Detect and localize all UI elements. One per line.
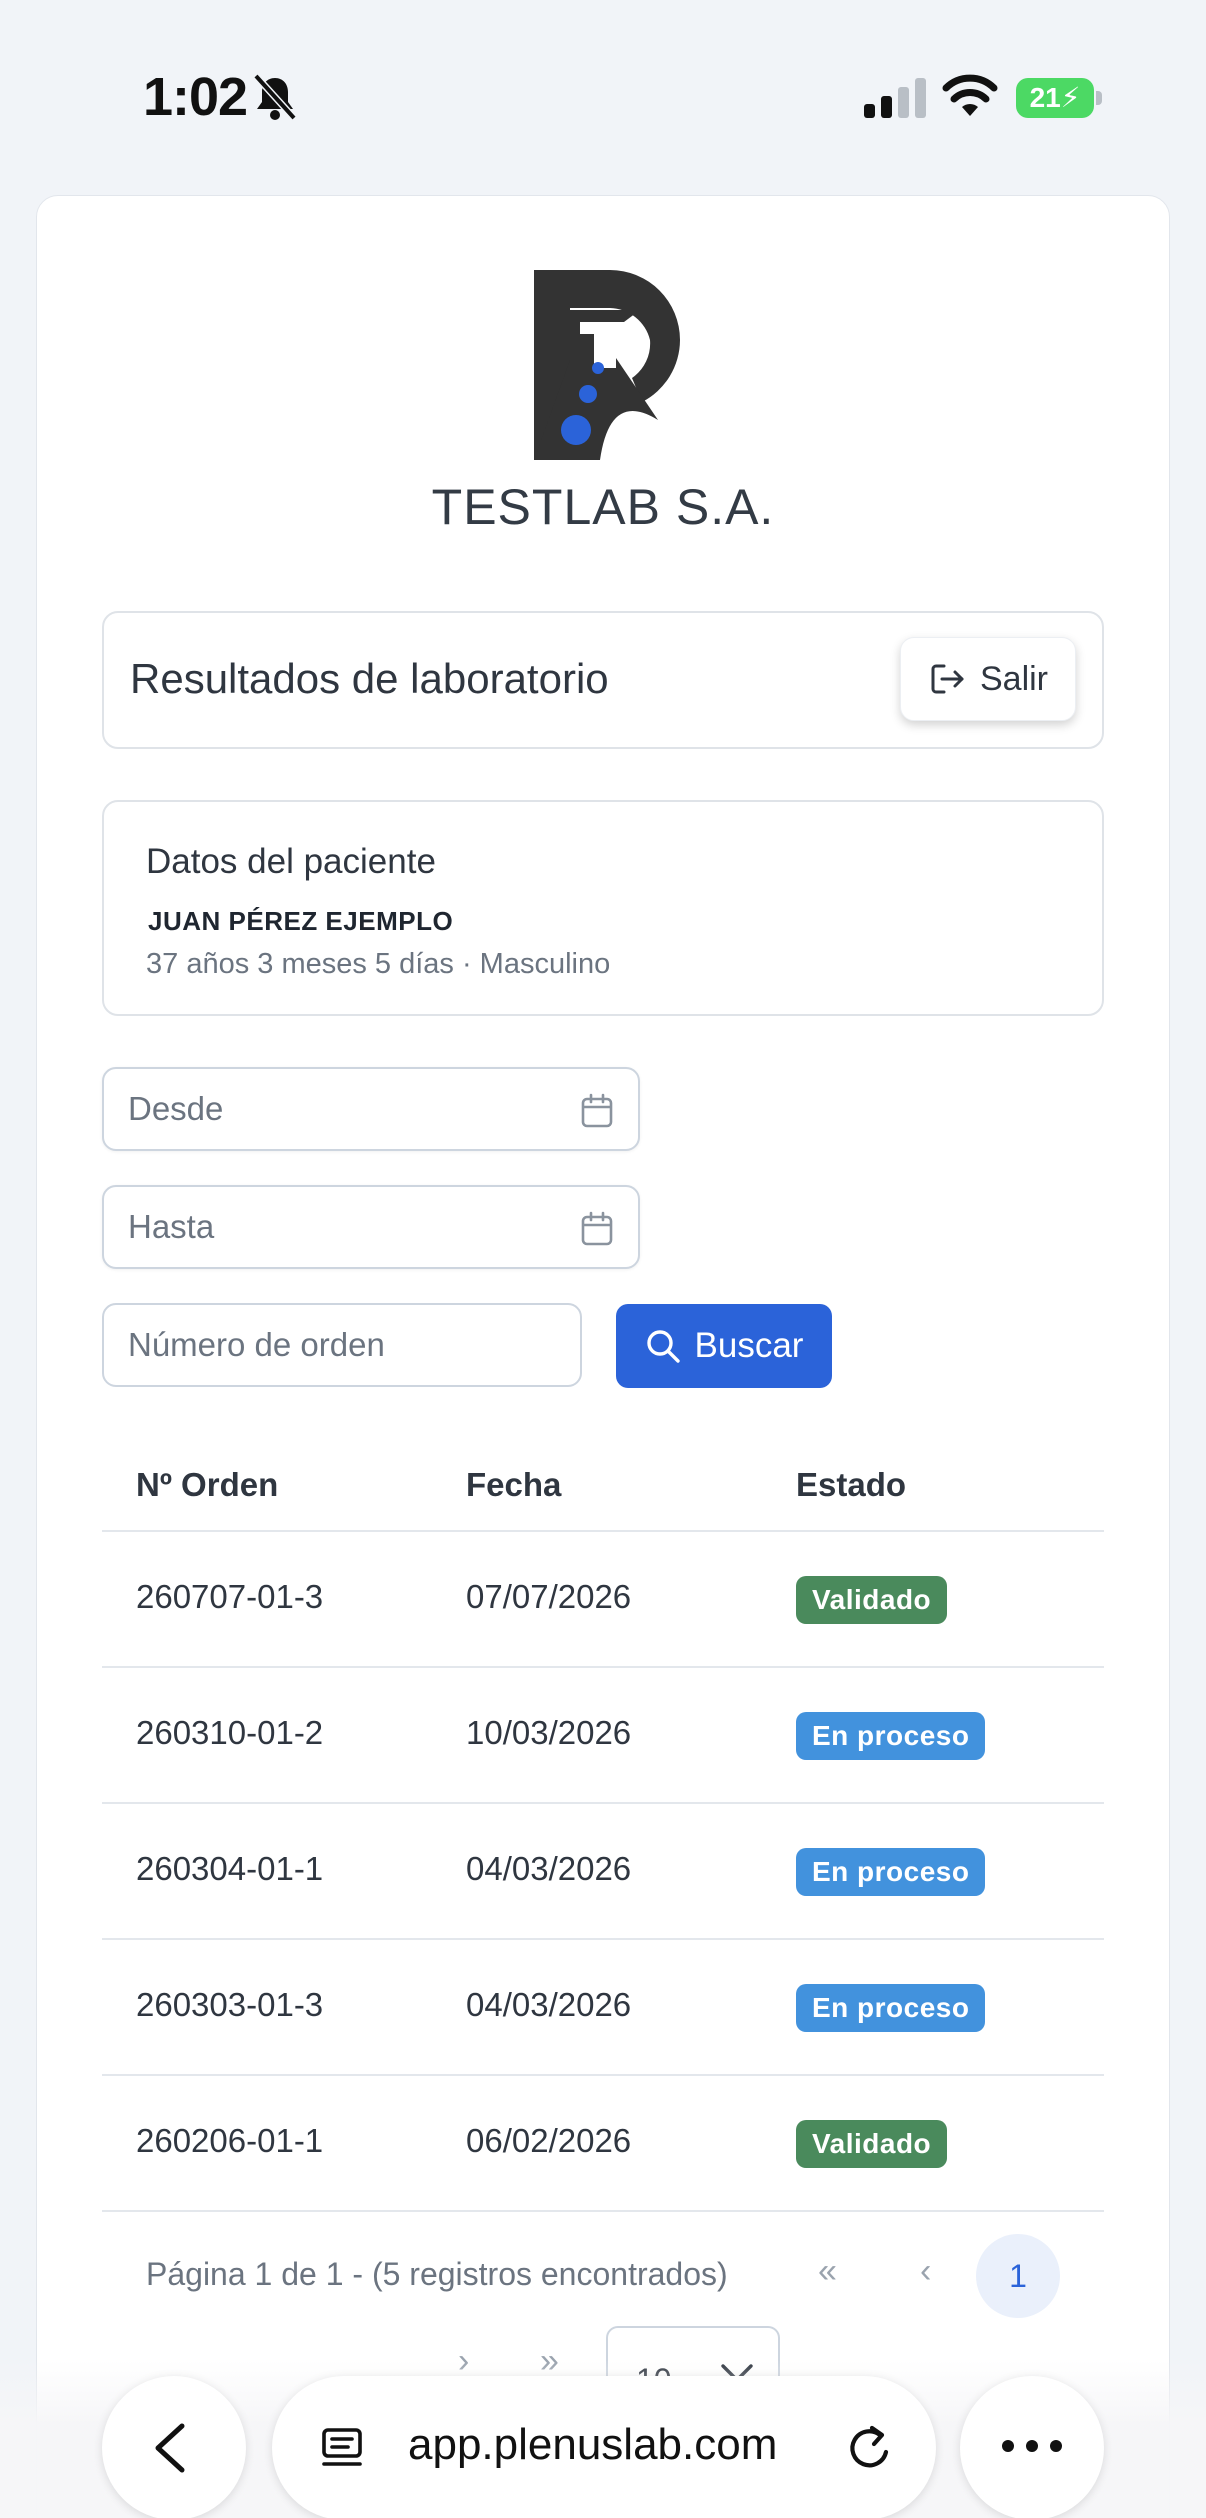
table-row[interactable]: 260707-01-3 07/07/2026 Validado (102, 1532, 1104, 1668)
reload-icon[interactable] (844, 2422, 896, 2474)
browser-back-button[interactable] (102, 2376, 246, 2518)
table-row[interactable]: 260310-01-2 10/03/2026 En proceso (102, 1668, 1104, 1804)
order-number[interactable]: 260707-01-3 (136, 1578, 323, 1616)
bell-muted-icon (253, 73, 297, 121)
table-row[interactable]: 260206-01-1 06/02/2026 Validado (102, 2076, 1104, 2212)
browser-url[interactable]: app.plenuslab.com (408, 2420, 777, 2470)
calendar-icon[interactable] (580, 1211, 614, 1247)
order-number-input[interactable] (104, 1305, 580, 1385)
status-badge: En proceso (796, 1712, 986, 1760)
order-date: 04/03/2026 (466, 1850, 632, 1887)
column-header-status[interactable]: Estado (796, 1466, 906, 1504)
logout-button[interactable]: Salir (900, 637, 1076, 721)
logout-label: Salir (979, 659, 1049, 698)
order-number[interactable]: 260304-01-1 (136, 1850, 323, 1888)
order-date: 10/03/2026 (466, 1714, 632, 1751)
order-date: 04/03/2026 (466, 1986, 632, 2023)
calendar-icon[interactable] (580, 1093, 614, 1129)
search-label: Buscar (694, 1326, 804, 1365)
browser-more-button[interactable] (960, 2376, 1104, 2518)
order-number[interactable]: 260303-01-3 (136, 1986, 323, 2024)
search-button[interactable]: Buscar (616, 1304, 832, 1388)
first-page-button[interactable]: « (818, 2252, 837, 2291)
current-page-button[interactable]: 1 (976, 2234, 1060, 2318)
column-header-order[interactable]: Nº Orden (136, 1466, 278, 1504)
logout-icon (931, 664, 964, 694)
table-header: Nº Orden Fecha Estado (102, 1440, 1104, 1532)
browser-address-bar[interactable]: app.plenuslab.com (272, 2376, 936, 2518)
search-icon (646, 1330, 680, 1363)
from-date-field[interactable] (102, 1067, 640, 1151)
battery-icon: 21⚡ (1016, 78, 1102, 118)
status-badge: En proceso (796, 1984, 986, 2032)
order-number[interactable]: 260206-01-1 (136, 2122, 323, 2160)
status-bar: 1:02 21⚡ (0, 0, 1206, 190)
status-badge: Validado (796, 1576, 948, 1624)
wifi-icon (942, 74, 998, 116)
tabs-icon[interactable] (318, 2424, 366, 2472)
patient-card: Datos del paciente JUAN PÉREZ EJEMPLO 37… (102, 800, 1104, 1016)
more-dots-icon (1002, 2440, 1062, 2452)
to-date-input[interactable] (104, 1187, 638, 1267)
pagination-summary: Página 1 de 1 - (5 registros encontrados… (146, 2256, 728, 2292)
order-date: 07/07/2026 (466, 1578, 632, 1615)
page-header: Resultados de laboratorio Salir (102, 611, 1104, 749)
order-date: 06/02/2026 (466, 2122, 632, 2159)
patient-section-title: Datos del paciente (146, 842, 436, 881)
to-date-field[interactable] (102, 1185, 640, 1269)
status-time: 1:02 (143, 67, 248, 127)
page-title: Resultados de laboratorio (130, 655, 609, 702)
results-table: Nº Orden Fecha Estado 260707-01-3 07/07/… (102, 1440, 1104, 2212)
column-header-date[interactable]: Fecha (466, 1466, 561, 1504)
battery-level: 21 (1029, 82, 1061, 113)
from-date-input[interactable] (104, 1069, 638, 1149)
patient-details: 37 años 3 meses 5 días · Masculino (146, 948, 611, 980)
order-number-field[interactable] (102, 1303, 582, 1387)
prev-page-button[interactable]: ‹ (920, 2252, 931, 2291)
status-badge: Validado (796, 2120, 948, 2168)
order-number[interactable]: 260310-01-2 (136, 1714, 323, 1752)
chevron-left-icon (155, 2423, 185, 2473)
cellular-signal-icon (864, 78, 926, 118)
table-row[interactable]: 260304-01-1 04/03/2026 En proceso (102, 1804, 1104, 1940)
flask-p-logo-icon (534, 270, 680, 460)
patient-name: JUAN PÉREZ EJEMPLO (148, 906, 454, 936)
company-name: TESTLAB S.A. (431, 479, 775, 535)
table-row[interactable]: 260303-01-3 04/03/2026 En proceso (102, 1940, 1104, 2076)
status-badge: En proceso (796, 1848, 986, 1896)
